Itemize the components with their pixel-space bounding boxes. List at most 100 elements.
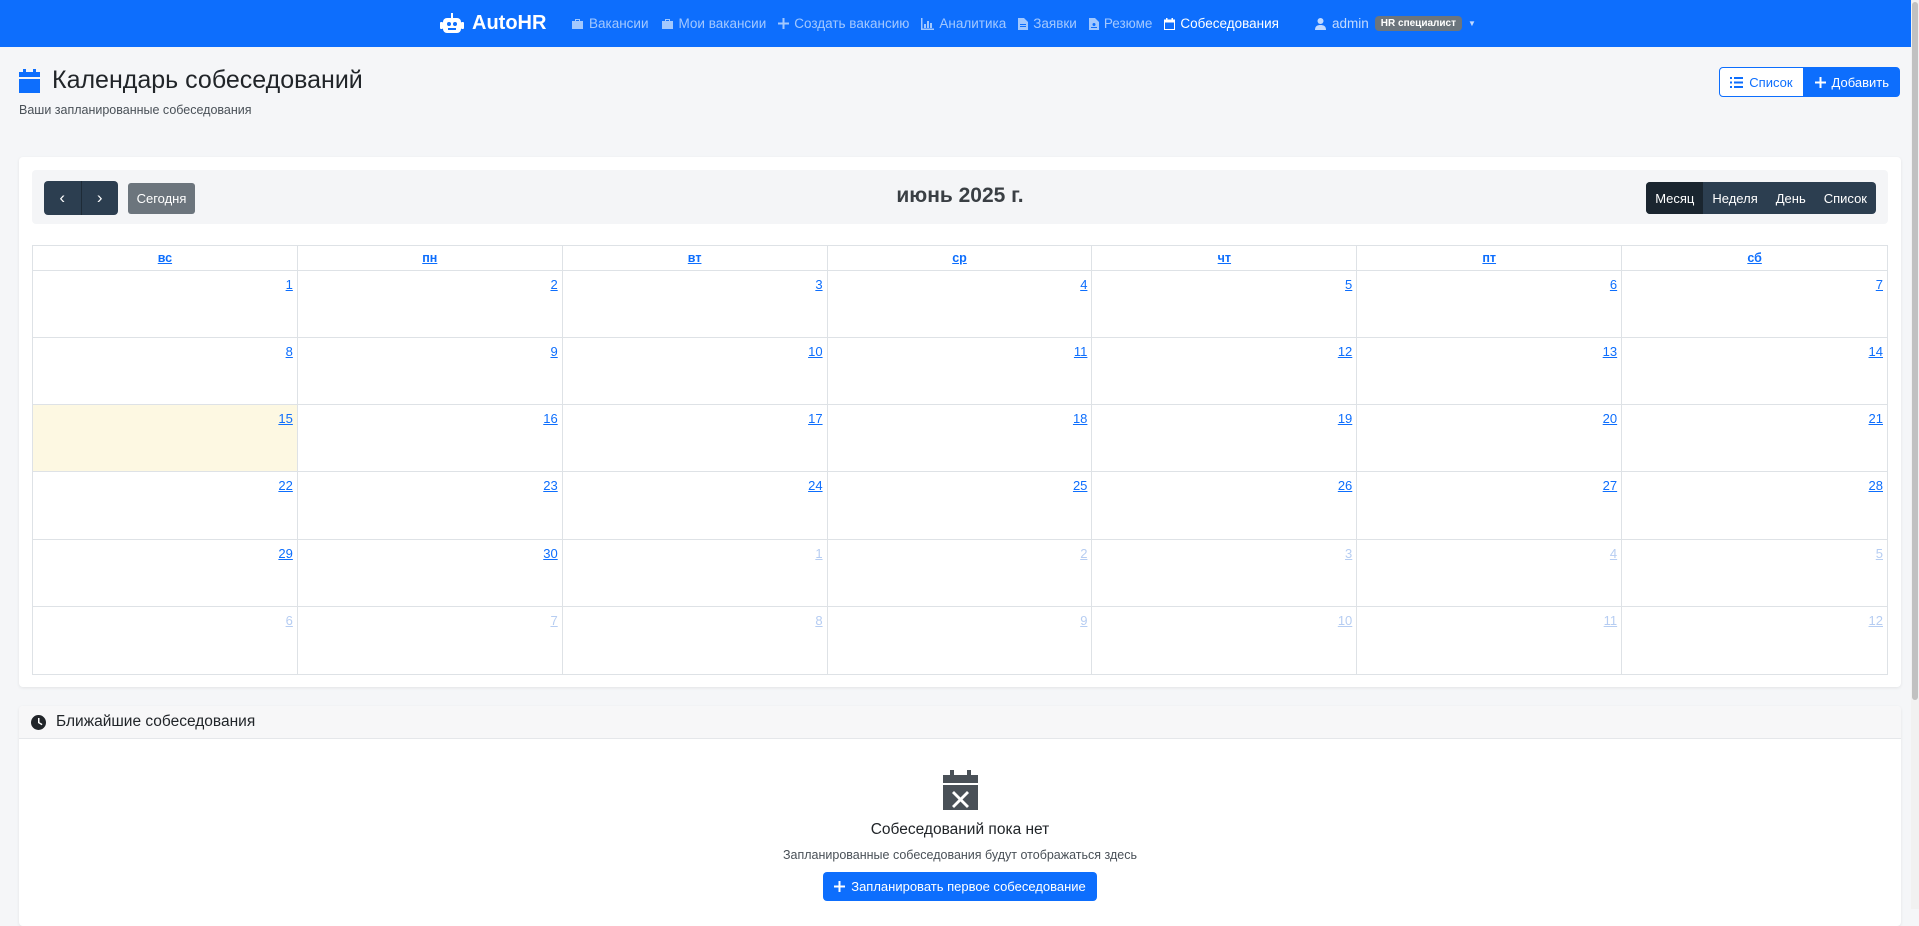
day-cell[interactable]: 23 (297, 472, 563, 540)
nav-item-create-vacancy[interactable]: Создать вакансию (778, 16, 909, 31)
day-number[interactable]: 30 (543, 546, 557, 561)
day-cell[interactable]: 25 (827, 472, 1093, 540)
nav-item-vacancies[interactable]: Вакансии (571, 16, 649, 31)
day-number[interactable]: 1 (286, 277, 293, 292)
day-cell[interactable]: 27 (1357, 472, 1623, 540)
scrollbar-thumb[interactable] (1912, 2, 1918, 700)
day-number[interactable]: 23 (543, 478, 557, 493)
day-cell[interactable]: 4 (1357, 539, 1623, 607)
day-number[interactable]: 20 (1603, 411, 1617, 426)
nav-item-requests[interactable]: Заявки (1018, 16, 1077, 31)
day-cell[interactable]: 12 (1092, 338, 1358, 406)
day-number[interactable]: 9 (550, 344, 557, 359)
day-cell[interactable]: 28 (1622, 472, 1887, 540)
day-cell[interactable]: 1 (33, 271, 298, 339)
weekday-header[interactable]: вт (562, 246, 828, 271)
weekday-header[interactable]: вс (33, 246, 298, 271)
day-cell[interactable]: 22 (33, 472, 298, 540)
day-number[interactable]: 27 (1603, 478, 1617, 493)
day-number[interactable]: 12 (1869, 613, 1883, 628)
day-number[interactable]: 7 (550, 613, 557, 628)
day-number[interactable]: 16 (543, 411, 557, 426)
day-number[interactable]: 25 (1073, 478, 1087, 493)
view-month-button[interactable]: Месяц (1646, 182, 1704, 214)
day-cell[interactable]: 11 (827, 338, 1093, 406)
nav-item-interviews[interactable]: Собеседования (1164, 16, 1279, 31)
day-number[interactable]: 11 (1074, 344, 1088, 359)
day-number[interactable]: 5 (1345, 277, 1352, 292)
day-cell[interactable]: 2 (827, 539, 1093, 607)
day-cell[interactable]: 30 (297, 539, 563, 607)
day-cell[interactable]: 8 (563, 606, 828, 674)
day-cell-today[interactable]: 15 (33, 405, 298, 473)
brand-logo[interactable]: AutoHR (440, 0, 546, 47)
day-cell[interactable]: 3 (562, 271, 828, 339)
day-cell[interactable]: 16 (297, 405, 563, 473)
day-number[interactable]: 3 (815, 277, 822, 292)
day-cell[interactable]: 4 (827, 271, 1093, 339)
day-cell[interactable]: 21 (1622, 405, 1887, 473)
day-number[interactable]: 5 (1876, 546, 1883, 561)
day-number[interactable]: 3 (1345, 546, 1352, 561)
view-day-button[interactable]: День (1767, 182, 1815, 214)
day-cell[interactable]: 14 (1622, 338, 1887, 406)
day-cell[interactable]: 5 (1622, 540, 1887, 607)
weekday-header[interactable]: сб (1622, 246, 1887, 271)
day-cell[interactable]: 12 (1622, 607, 1887, 674)
day-number[interactable]: 4 (1080, 277, 1087, 292)
day-number[interactable]: 10 (808, 344, 822, 359)
weekday-header[interactable]: пн (297, 246, 563, 271)
day-cell[interactable]: 6 (33, 606, 298, 674)
day-cell[interactable]: 20 (1357, 405, 1623, 473)
day-cell[interactable]: 5 (1092, 271, 1358, 339)
weekday-header[interactable]: ср (827, 246, 1093, 271)
day-number[interactable]: 22 (278, 478, 292, 493)
plan-first-interview-button[interactable]: Запланировать первое собеседование (823, 872, 1097, 901)
day-number[interactable]: 11 (1604, 613, 1618, 628)
day-number[interactable]: 24 (808, 478, 822, 493)
day-cell[interactable]: 1 (562, 539, 828, 607)
nav-item-analytics[interactable]: Аналитика (921, 16, 1006, 31)
weekday-header[interactable]: чт (1092, 246, 1358, 271)
day-number[interactable]: 8 (815, 613, 822, 628)
day-cell[interactable]: 29 (33, 539, 298, 607)
day-number[interactable]: 6 (286, 613, 293, 628)
day-number[interactable]: 13 (1603, 344, 1617, 359)
day-cell[interactable]: 2 (297, 271, 563, 339)
user-menu[interactable]: admin HR специалист ▼ (1315, 0, 1476, 47)
day-cell[interactable]: 7 (1622, 271, 1887, 339)
list-view-button[interactable]: Список (1719, 67, 1804, 97)
day-cell[interactable]: 26 (1092, 472, 1358, 540)
day-number[interactable]: 10 (1338, 613, 1352, 628)
day-number[interactable]: 19 (1338, 411, 1352, 426)
day-cell[interactable]: 11 (1357, 606, 1623, 674)
day-number[interactable]: 7 (1876, 277, 1883, 292)
day-cell[interactable]: 24 (562, 472, 828, 540)
day-number[interactable]: 2 (550, 277, 557, 292)
day-cell[interactable]: 10 (562, 338, 828, 406)
day-number[interactable]: 28 (1869, 478, 1883, 493)
day-cell[interactable]: 13 (1357, 338, 1623, 406)
day-cell[interactable]: 18 (827, 405, 1093, 473)
day-cell[interactable]: 6 (1357, 271, 1623, 339)
view-week-button[interactable]: Неделя (1703, 182, 1766, 214)
weekday-header[interactable]: пт (1357, 246, 1623, 271)
day-number[interactable]: 14 (1869, 344, 1883, 359)
day-number[interactable]: 6 (1610, 277, 1617, 292)
day-number[interactable]: 1 (815, 546, 822, 561)
day-number[interactable]: 15 (278, 411, 292, 426)
day-cell[interactable]: 9 (297, 338, 563, 406)
day-number[interactable]: 2 (1080, 546, 1087, 561)
day-cell[interactable]: 17 (562, 405, 828, 473)
page-scrollbar[interactable] (1911, 0, 1919, 909)
day-number[interactable]: 26 (1338, 478, 1352, 493)
day-number[interactable]: 9 (1080, 613, 1087, 628)
nav-item-resumes[interactable]: Резюме (1088, 16, 1152, 31)
day-cell[interactable]: 9 (828, 606, 1093, 674)
day-number[interactable]: 18 (1073, 411, 1087, 426)
view-list-button[interactable]: Список (1815, 182, 1876, 214)
add-interview-button[interactable]: Добавить (1803, 67, 1900, 97)
day-cell[interactable]: 3 (1092, 539, 1358, 607)
nav-item-my-vacancies[interactable]: Мои вакансии (661, 16, 766, 31)
day-number[interactable]: 29 (278, 546, 292, 561)
